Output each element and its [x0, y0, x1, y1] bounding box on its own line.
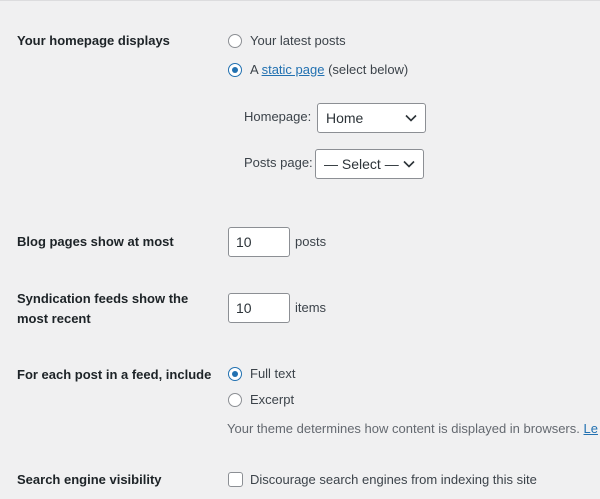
blog-pages-label: Blog pages show at most — [17, 234, 174, 249]
syndication-label-line2: most recent — [17, 311, 91, 326]
static-page-prefix: A — [250, 62, 262, 77]
homepage-select-label: Homepage: — [244, 109, 312, 124]
posts-page-select[interactable]: — Select — — [315, 149, 424, 179]
radio-full-text[interactable] — [228, 367, 242, 381]
syndication-label-line1: Syndication feeds show the — [17, 291, 189, 306]
radio-static-page-label[interactable]: A static page (select below) — [250, 60, 408, 80]
learn-more-link[interactable]: Le — [584, 421, 598, 436]
feed-description-text: Your theme determines how content is dis… — [227, 421, 580, 436]
radio-latest-posts-label[interactable]: Your latest posts — [250, 31, 346, 51]
search-visibility-label: Search engine visibility — [17, 472, 162, 487]
discourage-search-checkbox[interactable] — [228, 472, 243, 487]
radio-static-page[interactable] — [228, 63, 242, 77]
top-divider — [0, 0, 600, 1]
blog-pages-input[interactable]: 10 — [228, 227, 290, 257]
chevron-down-icon — [405, 114, 417, 122]
homepage-displays-label: Your homepage displays — [17, 33, 170, 48]
homepage-select-value: Home — [326, 110, 364, 126]
syndication-input[interactable]: 10 — [228, 293, 290, 323]
radio-excerpt[interactable] — [228, 393, 242, 407]
posts-page-select-value: — Select — — [324, 156, 399, 172]
syndication-unit: items — [295, 300, 327, 315]
blog-pages-unit: posts — [295, 234, 327, 249]
homepage-select[interactable]: Home — [317, 103, 426, 133]
chevron-down-icon — [403, 160, 415, 168]
posts-page-select-label: Posts page: — [244, 155, 313, 170]
radio-full-text-label[interactable]: Full text — [250, 364, 296, 384]
discourage-search-label[interactable]: Discourage search engines from indexing … — [250, 470, 537, 490]
radio-latest-posts[interactable] — [228, 34, 242, 48]
static-page-link[interactable]: static page — [262, 62, 325, 77]
feed-include-label: For each post in a feed, include — [17, 367, 212, 382]
feed-description: Your theme determines how content is dis… — [227, 419, 598, 439]
radio-excerpt-label[interactable]: Excerpt — [250, 390, 294, 410]
static-page-suffix: (select below) — [324, 62, 409, 77]
